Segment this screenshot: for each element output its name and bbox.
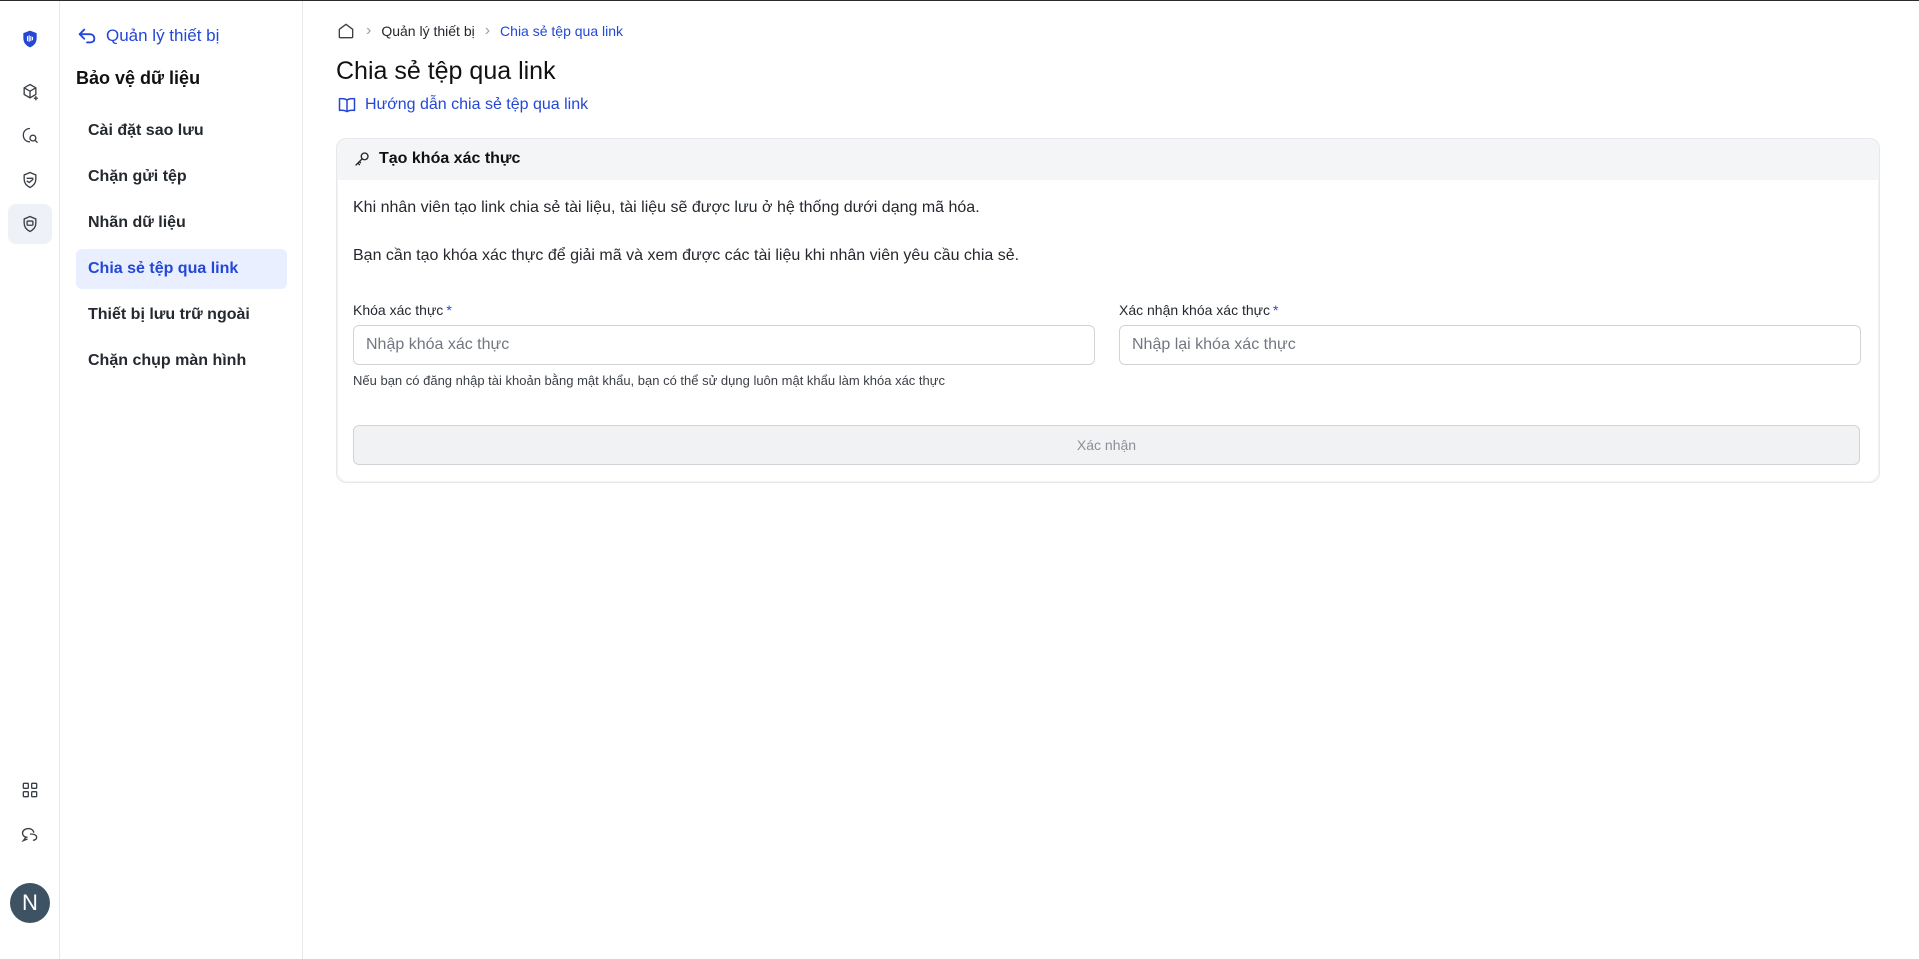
description-1: Khi nhân viên tạo link chia sẻ tài liệu,… [353,199,980,216]
cube-plus-icon [23,83,38,101]
subnav-item-block-screenshot[interactable]: Chặn chụp màn hình [76,341,287,381]
card-header: Tạo khóa xác thực [337,139,1879,179]
home-icon[interactable] [336,21,356,41]
icon-rail: N [0,1,60,959]
app-logo[interactable] [8,19,52,59]
avatar-initial: N [22,890,38,915]
apps-grid-icon [22,782,38,798]
sub-sidebar: Quản lý thiết bị Bảo vệ dữ liệu Cài đặt … [60,1,303,959]
book-icon [338,97,356,113]
description-2: Bạn cần tạo khóa xác thực để giải mã và … [353,247,1020,264]
subnav-item-backup[interactable]: Cài đặt sao lưu [76,111,287,151]
guide-link[interactable]: Hướng dẫn chia sẻ tệp qua link [337,95,588,115]
rail-item-support[interactable] [8,814,52,854]
rail-item-data-protection[interactable] [8,204,52,244]
subnav-item-link-share[interactable]: Chia sẻ tệp qua link [76,249,287,289]
breadcrumb-item-current: Chia sẻ tệp qua link [500,23,624,39]
shield-logo-icon [23,30,37,48]
confirm-key-field-label-text: Xác nhận khóa xác thực [1119,302,1271,318]
back-link-label: Quản lý thiết bị [106,26,220,45]
search-device-icon [22,127,38,144]
confirm-button[interactable]: Xác nhận [353,425,1860,465]
key-field-label: Khóa xác thực * [353,302,452,318]
shield-check-icon [23,171,37,189]
required-mark: * [1273,302,1279,318]
rail-item-apps[interactable] [8,770,52,810]
subnav-item-data-labels[interactable]: Nhãn dữ liệu [76,203,287,243]
shield-data-icon [23,215,37,233]
rail-item-security[interactable] [8,160,52,200]
breadcrumb-separator: › [366,22,372,39]
breadcrumb-separator: › [484,22,491,39]
confirm-auth-key-input[interactable] [1119,325,1861,365]
subnav-list: Cài đặt sao lưu Chặn gửi tệp Nhãn dữ liệ… [76,111,287,387]
rail-item-devices[interactable] [8,72,52,112]
auth-key-input[interactable] [353,325,1095,365]
guide-link-label: Hướng dẫn chia sẻ tệp qua link [365,96,589,113]
breadcrumb-item-devices[interactable]: Quản lý thiết bị [381,23,474,39]
required-mark: * [446,302,452,318]
card-title: Tạo khóa xác thực [379,150,521,167]
confirm-key-field-label: Xác nhận khóa xác thực * [1119,302,1278,318]
auth-key-card: Tạo khóa xác thực Khi nhân viên tạo link… [336,138,1880,483]
key-hint: Nếu bạn có đăng nhập tài khoản bằng mật … [353,373,945,388]
breadcrumb: › Quản lý thiết bị › Chia sẻ tệp qua lin… [336,21,623,41]
back-link[interactable]: Quản lý thiết bị [76,25,219,47]
subnav-item-block-file-send[interactable]: Chặn gửi tệp [76,157,287,197]
page-title: Chia sẻ tệp qua link [336,57,556,85]
key-field-label-text: Khóa xác thực [353,302,444,318]
rail-item-scan[interactable] [8,116,52,156]
section-title: Bảo vệ dữ liệu [76,68,201,88]
subnav-item-external-storage[interactable]: Thiết bị lưu trữ ngoài [76,295,287,335]
card-body: Khi nhân viên tạo link chia sẻ tài liệu,… [338,180,1878,481]
key-icon [355,152,369,166]
back-arrow-icon [78,28,96,44]
chat-icon [21,827,38,843]
avatar[interactable]: N [10,883,50,923]
